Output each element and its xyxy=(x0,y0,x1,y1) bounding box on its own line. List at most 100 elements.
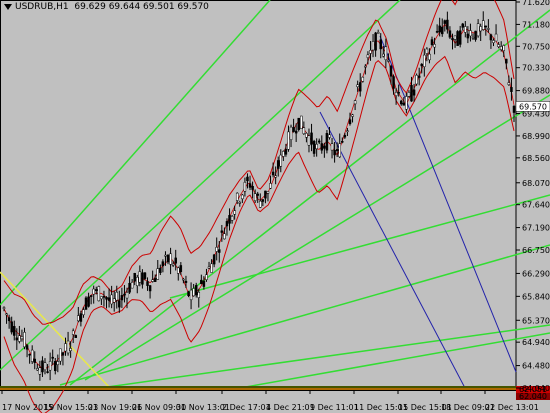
candle-body xyxy=(125,292,129,299)
candle-body xyxy=(97,286,101,302)
candle-body xyxy=(292,127,295,132)
candle-body xyxy=(294,130,298,134)
candle-body xyxy=(328,134,331,138)
candle-body xyxy=(284,148,288,155)
candle-body xyxy=(510,87,513,92)
candle-body xyxy=(289,126,293,140)
candle-body xyxy=(282,151,285,157)
candle-body xyxy=(164,254,167,257)
candle-body xyxy=(223,233,226,240)
candle-body xyxy=(410,85,413,102)
symbol-label: USDRUB,H1 xyxy=(15,2,69,12)
candle-body xyxy=(461,23,464,28)
price-chart[interactable]: 62.05162.040 71.620 71.180 70.750 70.330 69.… xyxy=(0,0,550,413)
candle-body xyxy=(376,32,380,34)
candle-body xyxy=(179,265,183,272)
candle-body xyxy=(87,296,90,307)
candle-body xyxy=(110,294,113,305)
candle-body xyxy=(77,315,80,322)
chart-window[interactable]: 62.051 62.040 71.620 71.180 70.750 70.330 69.… xyxy=(0,0,550,413)
candle-body xyxy=(220,230,224,233)
candle-body xyxy=(115,291,119,301)
candle-body xyxy=(18,335,21,342)
fan-line xyxy=(0,0,271,306)
candle-body xyxy=(433,44,436,48)
x-tick-label: 9 Dec 11:01 xyxy=(310,403,359,412)
candle-body xyxy=(369,50,372,54)
candle-body xyxy=(274,175,277,178)
candle-body xyxy=(69,348,72,351)
candle-body xyxy=(102,296,106,298)
candle-body xyxy=(141,272,144,285)
y-tick-label: 66.750 xyxy=(522,246,550,255)
candle-body xyxy=(100,296,103,300)
trendlines-layer xyxy=(0,0,550,389)
candle-body xyxy=(384,46,388,60)
candle-body xyxy=(159,267,162,273)
candle-body xyxy=(469,30,472,37)
candle-body xyxy=(279,154,283,167)
candle-body xyxy=(471,36,475,39)
candle-body xyxy=(412,89,416,96)
y-tick-label: 71.180 xyxy=(522,20,550,29)
candle-body xyxy=(484,25,488,28)
candle-body xyxy=(54,361,57,372)
x-tick-label: 22 Dec 13:01 xyxy=(485,403,539,412)
candle-body xyxy=(420,63,423,67)
y-tick-label: 67.640 xyxy=(522,201,550,210)
candle-body xyxy=(481,20,485,30)
candle-body xyxy=(351,114,354,117)
candle-body xyxy=(212,254,216,265)
candle-body xyxy=(38,367,42,375)
candle-body xyxy=(71,330,75,335)
candle-body xyxy=(251,186,254,190)
candle-body xyxy=(130,282,134,289)
candle-body xyxy=(366,54,370,58)
candle-body xyxy=(446,19,449,30)
candle-body xyxy=(361,76,365,82)
y-tick-label: 68.070 xyxy=(522,179,550,188)
candle-body xyxy=(264,190,267,199)
candle-body xyxy=(402,102,406,106)
candle-body xyxy=(415,74,418,85)
candle-body xyxy=(397,92,400,94)
candle-body xyxy=(325,133,329,151)
candle-body xyxy=(207,266,211,269)
candle-body xyxy=(225,221,229,227)
candle-body xyxy=(305,133,308,138)
candle-body xyxy=(356,84,359,88)
dropdown-arrow-icon[interactable] xyxy=(4,3,12,10)
candle-body xyxy=(464,26,467,33)
candle-body xyxy=(48,361,52,371)
candle-body xyxy=(494,33,498,42)
upper-band xyxy=(3,0,515,325)
candle-body xyxy=(64,343,67,352)
fan-line xyxy=(69,9,550,386)
candle-body xyxy=(346,130,349,132)
bottom-price-label: 62.040 xyxy=(519,392,547,401)
x-tick-label: 4 Dec 21:01 xyxy=(266,403,315,412)
candle-body xyxy=(215,247,218,252)
candle-body xyxy=(105,297,108,300)
candle-body xyxy=(302,127,306,135)
candle-body xyxy=(317,140,321,143)
x-tick-label: 2 Dec 17:01 xyxy=(222,403,271,412)
candle-body xyxy=(36,368,39,371)
candle-body xyxy=(271,171,275,176)
candle-body xyxy=(246,176,249,182)
candle-body xyxy=(7,317,11,322)
candle-body xyxy=(25,345,29,350)
candle-body xyxy=(238,202,242,204)
candle-body xyxy=(84,297,88,310)
candle-body xyxy=(241,194,244,200)
candle-body xyxy=(343,134,347,138)
candle-body xyxy=(333,149,336,156)
candle-body xyxy=(200,279,203,284)
candle-body xyxy=(505,58,508,64)
candle-body xyxy=(187,291,190,296)
candle-body xyxy=(148,285,152,292)
candle-body xyxy=(323,145,326,149)
y-tick-label: 70.330 xyxy=(522,64,550,73)
candle-body xyxy=(335,149,339,152)
y-tick-label: 64.480 xyxy=(522,362,550,371)
